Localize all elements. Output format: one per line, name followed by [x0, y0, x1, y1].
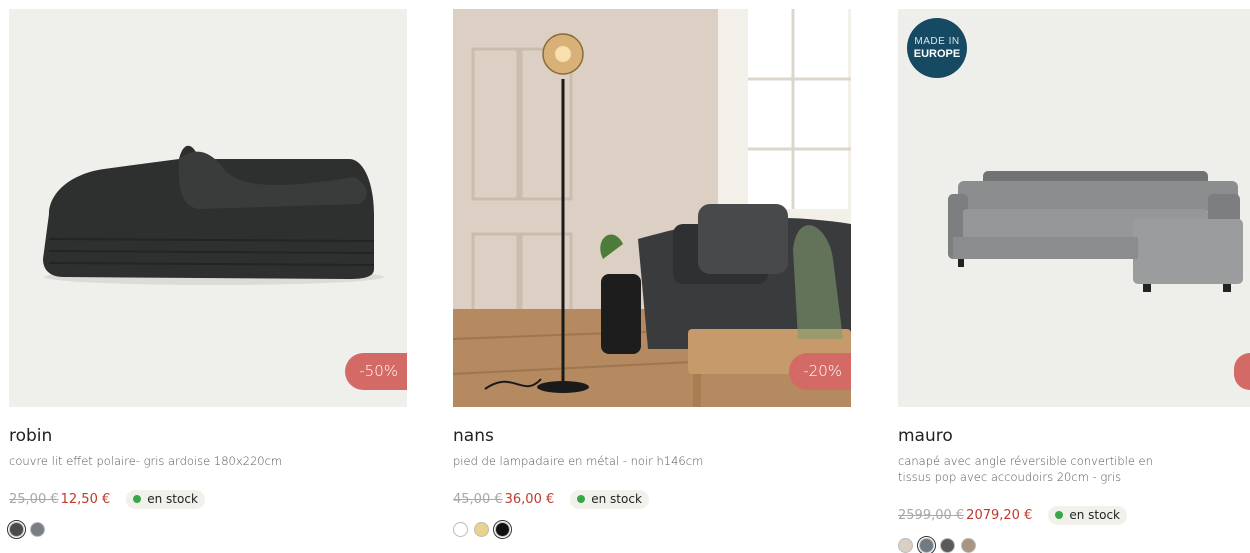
- swatch-dark-grey[interactable]: [940, 538, 955, 553]
- in-stock-dot-icon: [1055, 511, 1064, 519]
- stock-label: en stock: [591, 492, 642, 506]
- swatch-black[interactable]: [493, 520, 512, 539]
- in-stock-dot-icon: [133, 495, 142, 503]
- color-swatches: [898, 536, 1250, 553]
- swatch-blue-grey[interactable]: [917, 536, 936, 553]
- badge-line-2: EUROPE: [913, 47, 961, 60]
- price-row: 2599,00 € 2079,20 € en stock: [898, 505, 1250, 525]
- swatch-white[interactable]: [453, 522, 468, 537]
- product-description: pied de lampadaire en métal - noir h146c…: [453, 454, 704, 468]
- discount-badge: -20%: [789, 353, 851, 390]
- stock-label: en stock: [147, 492, 198, 506]
- product-description: couvre lit effet polaire- gris ardoise 1…: [9, 454, 283, 468]
- color-swatches: [7, 520, 407, 539]
- price-row: 45,00 € 36,00 € en stock: [453, 489, 851, 509]
- old-price: 45,00 €: [453, 491, 503, 507]
- badge-line-1: MADE IN: [914, 35, 960, 47]
- product-card-robin[interactable]: -50% robin couvre lit effet polaire- gri…: [7, 9, 407, 539]
- swatch-taupe[interactable]: [961, 538, 976, 553]
- in-stock-dot-icon: [577, 495, 586, 503]
- swatch-gold[interactable]: [474, 522, 489, 537]
- swatch-grey[interactable]: [30, 522, 45, 537]
- stock-badge: en stock: [1048, 505, 1127, 525]
- price-row: 25,00 € 12,50 € en stock: [9, 489, 407, 509]
- old-price: 2599,00 €: [898, 507, 965, 523]
- product-image[interactable]: -20%: [453, 9, 851, 407]
- product-card-nans[interactable]: -20% nans pied de lampadaire en métal - …: [453, 9, 851, 539]
- product-card-mauro[interactable]: MADE IN EUROPE mauro canapé avec angle r…: [898, 9, 1250, 553]
- color-swatches: [453, 520, 851, 539]
- product-name[interactable]: robin: [9, 425, 407, 447]
- discount-badge: -50%: [345, 353, 407, 390]
- stock-badge: en stock: [126, 489, 205, 509]
- product-image[interactable]: -50%: [9, 9, 407, 407]
- swatch-dark-grey[interactable]: [7, 520, 26, 539]
- sale-price: 2079,20 €: [966, 507, 1033, 523]
- made-in-europe-badge: MADE IN EUROPE: [907, 18, 967, 78]
- product-description: canapé avec angle réversible convertible…: [898, 454, 1153, 484]
- stock-badge: en stock: [570, 489, 649, 509]
- sale-price: 36,00 €: [504, 491, 555, 507]
- product-name[interactable]: mauro: [898, 425, 1250, 447]
- floor-lamp-scene-image: [453, 9, 851, 407]
- product-image[interactable]: MADE IN EUROPE: [898, 9, 1250, 407]
- stock-label: en stock: [1069, 508, 1120, 522]
- swatch-beige[interactable]: [898, 538, 913, 553]
- old-price: 25,00 €: [9, 491, 59, 507]
- product-name[interactable]: nans: [453, 425, 851, 447]
- sale-price: 12,50 €: [60, 491, 111, 507]
- blanket-image: [9, 9, 407, 407]
